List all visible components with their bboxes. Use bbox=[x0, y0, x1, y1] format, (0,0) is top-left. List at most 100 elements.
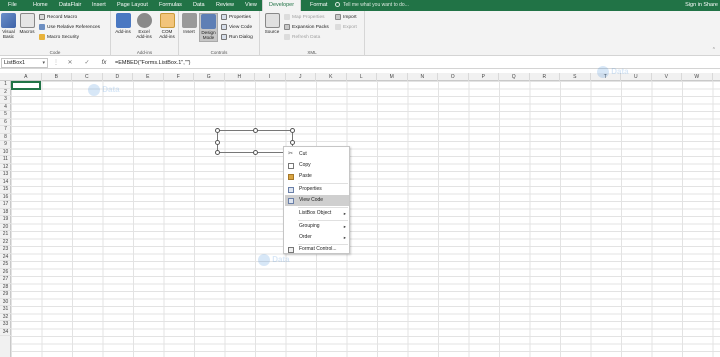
export-button[interactable]: Export bbox=[335, 23, 357, 32]
relative-references-button[interactable]: Use Relative References bbox=[39, 23, 100, 32]
refresh-data-button[interactable]: Refresh Data bbox=[284, 33, 320, 42]
visual-basic-button[interactable]: Visual Basic bbox=[1, 13, 16, 40]
menu-item-listbox-object[interactable]: ListBox Object ▸ bbox=[285, 208, 349, 219]
row-header[interactable]: 30 bbox=[0, 299, 11, 306]
properties-button[interactable]: Properties bbox=[221, 13, 251, 22]
resize-handle[interactable] bbox=[253, 150, 258, 155]
row-header[interactable]: 21 bbox=[0, 231, 11, 239]
column-header[interactable]: R bbox=[530, 73, 560, 81]
resize-handle[interactable] bbox=[290, 140, 295, 145]
tab-view[interactable]: View bbox=[245, 0, 257, 11]
row-header[interactable]: 28 bbox=[0, 284, 11, 291]
column-header[interactable]: D bbox=[103, 73, 133, 81]
row-header[interactable]: 29 bbox=[0, 291, 11, 299]
row-header[interactable]: 6 bbox=[0, 119, 11, 126]
row-header[interactable]: 3 bbox=[0, 96, 11, 104]
resize-handle[interactable] bbox=[215, 140, 220, 145]
column-header[interactable]: E bbox=[133, 73, 164, 81]
formula-input[interactable]: =EMBED("Forms.ListBox.1","") bbox=[115, 58, 191, 68]
menu-item-view-code[interactable]: View Code bbox=[285, 195, 349, 206]
insert-control-button[interactable]: Insert bbox=[181, 13, 197, 34]
record-macro-button[interactable]: Record Macro bbox=[39, 13, 77, 22]
macro-security-button[interactable]: Macro Security bbox=[39, 33, 79, 42]
row-header[interactable]: 15 bbox=[0, 186, 11, 194]
row-header[interactable]: 7 bbox=[0, 126, 11, 134]
name-box[interactable]: ListBox1 ▾ bbox=[1, 58, 48, 68]
collapse-ribbon-icon[interactable]: ⌃ bbox=[712, 47, 716, 53]
listbox-control[interactable] bbox=[215, 128, 295, 155]
column-header[interactable]: L bbox=[347, 73, 377, 81]
source-button[interactable]: Source bbox=[262, 13, 282, 34]
row-header[interactable]: 12 bbox=[0, 164, 11, 171]
row-header[interactable]: 13 bbox=[0, 171, 11, 179]
row-header[interactable]: 17 bbox=[0, 201, 11, 209]
row-header[interactable]: 9 bbox=[0, 141, 11, 149]
column-header[interactable]: I bbox=[255, 73, 286, 81]
tab-page-layout[interactable]: Page Layout bbox=[117, 0, 148, 11]
row-header[interactable]: 1 bbox=[0, 81, 11, 89]
tab-insert[interactable]: Insert bbox=[92, 0, 106, 11]
share-button[interactable]: Share bbox=[703, 0, 720, 11]
row-header[interactable]: 16 bbox=[0, 194, 11, 201]
expansion-packs-button[interactable]: Expansion Packs bbox=[284, 23, 329, 32]
row-header[interactable]: 31 bbox=[0, 306, 11, 314]
row-header[interactable]: 11 bbox=[0, 156, 11, 164]
enter-icon[interactable]: ✓ bbox=[82, 58, 92, 68]
tab-developer[interactable]: Developer bbox=[262, 0, 302, 11]
row-header[interactable]: 22 bbox=[0, 239, 11, 246]
row-header[interactable]: 24 bbox=[0, 254, 11, 261]
row-header[interactable]: 2 bbox=[0, 89, 11, 96]
tab-dataflair[interactable]: DataFlair bbox=[59, 0, 81, 11]
tab-review[interactable]: Review bbox=[216, 0, 234, 11]
column-header[interactable]: K bbox=[316, 73, 347, 81]
row-header[interactable]: 23 bbox=[0, 246, 11, 254]
tell-me-box[interactable]: Tell me what you want to do... bbox=[335, 0, 409, 11]
column-header[interactable]: V bbox=[652, 73, 682, 81]
row-header[interactable]: 5 bbox=[0, 111, 11, 119]
column-header[interactable]: O bbox=[438, 73, 469, 81]
tab-format[interactable]: Format bbox=[310, 0, 327, 11]
column-header[interactable]: Q bbox=[499, 73, 530, 81]
column-header[interactable]: N bbox=[408, 73, 438, 81]
run-dialog-button[interactable]: Run Dialog bbox=[221, 33, 253, 42]
row-header[interactable]: 32 bbox=[0, 314, 11, 321]
addins-button[interactable]: Add-ins bbox=[115, 13, 131, 34]
column-header[interactable]: H bbox=[225, 73, 255, 81]
column-header[interactable]: W bbox=[682, 73, 713, 81]
row-header[interactable]: 4 bbox=[0, 104, 11, 111]
resize-handle[interactable] bbox=[253, 128, 258, 133]
column-header[interactable]: M bbox=[377, 73, 408, 81]
menu-item-order[interactable]: Order ▸ bbox=[285, 232, 349, 243]
column-header[interactable]: A bbox=[11, 73, 42, 81]
menu-item-grouping[interactable]: Grouping ▸ bbox=[285, 221, 349, 232]
resize-handle[interactable] bbox=[290, 128, 295, 133]
macros-button[interactable]: Macros bbox=[18, 13, 36, 34]
design-mode-button[interactable]: Design Mode bbox=[199, 13, 218, 42]
row-header[interactable]: 25 bbox=[0, 261, 11, 269]
menu-item-properties[interactable]: Properties bbox=[285, 184, 349, 195]
sign-in-link[interactable]: Sign in bbox=[685, 0, 702, 11]
com-addins-button[interactable]: COM Add-ins bbox=[157, 13, 177, 40]
column-header[interactable]: B bbox=[42, 73, 72, 81]
chevron-down-icon[interactable]: ▾ bbox=[42, 59, 45, 67]
tab-formulas[interactable]: Formulas bbox=[159, 0, 182, 11]
row-header[interactable]: 10 bbox=[0, 149, 11, 156]
row-header[interactable]: 20 bbox=[0, 224, 11, 231]
menu-item-cut[interactable]: ✂ Cut bbox=[285, 149, 349, 160]
view-code-button[interactable]: View Code bbox=[221, 23, 252, 32]
import-button[interactable]: Import bbox=[335, 13, 357, 22]
menu-item-format-control[interactable]: Format Control... bbox=[285, 244, 349, 255]
row-header[interactable]: 27 bbox=[0, 276, 11, 284]
column-header[interactable]: S bbox=[560, 73, 591, 81]
cancel-icon[interactable]: ✕ bbox=[65, 58, 75, 68]
row-header[interactable]: 18 bbox=[0, 209, 11, 216]
column-header[interactable]: F bbox=[164, 73, 194, 81]
row-header[interactable]: 14 bbox=[0, 179, 11, 186]
worksheet-grid[interactable] bbox=[11, 81, 720, 357]
map-properties-button[interactable]: Map Properties bbox=[284, 13, 325, 22]
tab-home[interactable]: Home bbox=[33, 0, 48, 11]
menu-item-paste[interactable]: Paste bbox=[285, 171, 349, 182]
selected-cell-a1[interactable] bbox=[11, 81, 41, 90]
tab-file[interactable]: File bbox=[8, 0, 17, 11]
row-header[interactable]: 26 bbox=[0, 269, 11, 276]
